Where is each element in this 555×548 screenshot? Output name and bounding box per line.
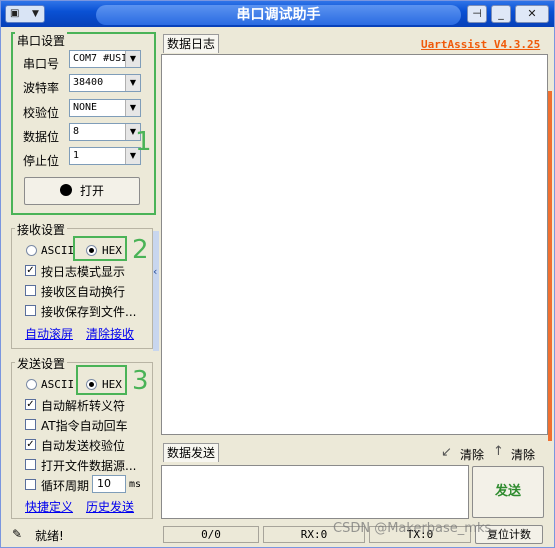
- stopbits-value: 1: [73, 150, 80, 161]
- clear-up-icon: ↑: [493, 444, 504, 459]
- auto-escape-checkbox[interactable]: ✓: [25, 399, 36, 410]
- pin-icon: ⊣: [472, 7, 482, 20]
- stopbits-label: 停止位: [23, 154, 60, 168]
- databits-select[interactable]: 8 ▼: [69, 123, 141, 141]
- annotation-2: 2: [132, 235, 149, 265]
- annotation-3: 3: [132, 366, 149, 396]
- status-counter: 0/0: [163, 526, 259, 543]
- auto-scroll-link[interactable]: 自动滚屏: [25, 325, 73, 342]
- clear-receive-link[interactable]: 清除接收: [86, 325, 134, 342]
- save-to-file-checkbox[interactable]: [25, 305, 36, 316]
- menu-arrow-icon: ▼: [32, 9, 39, 19]
- databits-label: 数据位: [23, 130, 60, 144]
- send-button[interactable]: 发送: [472, 466, 544, 518]
- pin-button[interactable]: ⊣: [467, 5, 487, 23]
- clear-all-link[interactable]: 清除: [511, 446, 535, 463]
- record-icon: [59, 184, 72, 196]
- parity-value: NONE: [73, 102, 98, 113]
- databits-value: 8: [73, 126, 80, 137]
- parity-label: 校验位: [23, 106, 60, 120]
- send-ascii-radio[interactable]: [26, 379, 37, 390]
- serial-settings-legend: 串口设置: [15, 32, 68, 49]
- data-log-pane[interactable]: [161, 54, 548, 435]
- chevron-down-icon[interactable]: ▼: [125, 100, 140, 116]
- baud-label: 波特率: [23, 81, 60, 95]
- send-settings-legend: 发送设置: [15, 355, 68, 372]
- open-port-button[interactable]: 打开: [24, 177, 140, 205]
- clear-send-link[interactable]: 清除: [460, 446, 484, 463]
- send-history-link[interactable]: 历史发送: [86, 498, 134, 515]
- tab-data-log[interactable]: 数据日志: [163, 34, 220, 53]
- send-hex-radio[interactable]: [86, 379, 97, 390]
- status-ready: 就绪!: [35, 529, 64, 543]
- auto-checksum-label: 自动发送校验位: [41, 439, 126, 453]
- at-auto-cr-label: AT指令自动回车: [41, 419, 128, 433]
- version-link[interactable]: UartAssist V4.3.25: [421, 38, 540, 51]
- open-file-checkbox[interactable]: [25, 459, 36, 470]
- send-hex-label: HEX: [102, 378, 122, 391]
- port-select[interactable]: COM7 #USI ▼: [69, 50, 141, 68]
- stopbits-select[interactable]: 1 ▼: [69, 147, 141, 165]
- at-auto-cr-checkbox[interactable]: [25, 419, 36, 430]
- receive-settings-legend: 接收设置: [15, 221, 68, 238]
- shortcut-define-link[interactable]: 快捷定义: [25, 498, 73, 515]
- save-to-file-label: 接收保存到文件...: [41, 305, 137, 319]
- title-bar: ▣ ▼ 串口调试助手 ⊣ _ ✕: [1, 1, 554, 27]
- system-menu-button[interactable]: ▣ ▼: [5, 5, 45, 23]
- open-file-label: 打开文件数据源...: [41, 459, 137, 473]
- chevron-down-icon[interactable]: ▼: [125, 75, 140, 91]
- close-icon: ✕: [527, 7, 537, 20]
- log-mode-checkbox[interactable]: ✓: [25, 265, 36, 276]
- open-port-label: 打开: [79, 184, 104, 198]
- annotation-1: 1: [135, 127, 152, 157]
- collapse-arrow-icon: ‹: [153, 265, 158, 278]
- close-button[interactable]: ✕: [515, 5, 549, 23]
- auto-escape-label: 自动解析转义符: [41, 399, 126, 413]
- auto-wrap-checkbox[interactable]: [25, 285, 36, 296]
- tab-data-send[interactable]: 数据发送: [163, 443, 220, 462]
- auto-checksum-checkbox[interactable]: ✓: [25, 439, 36, 450]
- app-window: ▣ ▼ 串口调试助手 ⊣ _ ✕ 串口设置 串口号 COM7 #USI ▼ 波特率 …: [0, 0, 555, 548]
- cycle-unit: ms: [129, 479, 142, 490]
- right-edge-bar: [548, 91, 552, 441]
- cycle-period-value: 10: [97, 477, 111, 490]
- minimize-button[interactable]: _: [491, 5, 511, 23]
- receive-ascii-label: ASCII: [41, 244, 75, 257]
- minimize-icon: _: [498, 7, 504, 20]
- send-input[interactable]: [161, 465, 469, 519]
- baud-value: 38400: [73, 77, 104, 88]
- port-value: COM7 #USI: [73, 53, 128, 64]
- watermark: CSDN @Makerbase_mks: [333, 521, 492, 536]
- auto-wrap-label: 接收区自动换行: [41, 285, 126, 299]
- log-mode-label: 按日志模式显示: [41, 265, 126, 279]
- receive-hex-radio[interactable]: [86, 245, 97, 256]
- cycle-checkbox[interactable]: [25, 479, 36, 490]
- cycle-period-input[interactable]: 10: [92, 475, 126, 493]
- receive-hex-label: HEX: [102, 244, 122, 257]
- clear-send-icon: ↙: [441, 445, 452, 460]
- ready-icon: ✎: [12, 527, 23, 541]
- chevron-down-icon[interactable]: ▼: [125, 51, 140, 67]
- baud-select[interactable]: 38400 ▼: [69, 74, 141, 92]
- panel-splitter[interactable]: ‹: [153, 231, 159, 351]
- port-label: 串口号: [23, 57, 60, 71]
- parity-select[interactable]: NONE ▼: [69, 99, 141, 117]
- app-icon: ▣: [10, 8, 20, 19]
- window-title: 串口调试助手: [96, 5, 461, 25]
- receive-ascii-radio[interactable]: [26, 245, 37, 256]
- cycle-label: 循环周期: [41, 479, 90, 493]
- send-ascii-label: ASCII: [41, 378, 75, 391]
